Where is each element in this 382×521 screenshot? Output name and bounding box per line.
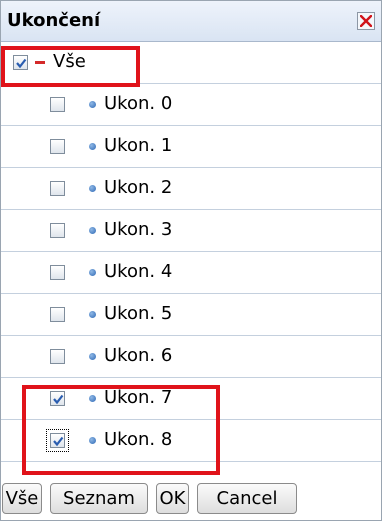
- list-item[interactable]: Ukon. 0: [1, 84, 381, 126]
- item-checkbox[interactable]: [50, 181, 65, 196]
- list-item[interactable]: Ukon. 4: [1, 252, 381, 294]
- item-checkbox[interactable]: [50, 349, 65, 364]
- item-checkbox[interactable]: [50, 97, 65, 112]
- item-label: Ukon. 2: [104, 177, 173, 198]
- cancel-button[interactable]: Cancel: [197, 483, 297, 514]
- bullet-icon: [89, 143, 96, 150]
- select-all-button[interactable]: Vše: [2, 483, 42, 514]
- item-label: Ukon. 6: [104, 345, 173, 366]
- list-item[interactable]: Ukon. 5: [1, 294, 381, 336]
- bullet-icon: [89, 269, 96, 276]
- filter-dialog: Ukončení Vše Ukon. 0 Ukon. 1 Ukon. 2 Ukon. …: [0, 0, 382, 521]
- item-label: Ukon. 4: [104, 261, 173, 282]
- item-label: Ukon. 1: [104, 135, 173, 156]
- bullet-icon: [89, 185, 96, 192]
- bullet-icon: [89, 101, 96, 108]
- item-label: Ukon. 5: [104, 303, 173, 324]
- list-item[interactable]: Ukon. 1: [1, 126, 381, 168]
- list-button[interactable]: Seznam: [50, 483, 148, 514]
- item-label: Ukon. 0: [104, 93, 173, 114]
- dialog-titlebar: Ukončení: [1, 1, 381, 42]
- bullet-icon: [89, 353, 96, 360]
- list-item[interactable]: Ukon. 3: [1, 210, 381, 252]
- list-item[interactable]: Ukon. 6: [1, 336, 381, 378]
- item-checkbox[interactable]: [50, 223, 65, 238]
- list-item[interactable]: Ukon. 2: [1, 168, 381, 210]
- ok-button[interactable]: OK: [156, 483, 189, 514]
- bullet-icon: [89, 227, 96, 234]
- item-checkbox[interactable]: [50, 139, 65, 154]
- bullet-icon: [89, 311, 96, 318]
- dialog-footer: Vše Seznam OK Cancel: [1, 477, 381, 520]
- dialog-title: Ukončení: [7, 10, 101, 31]
- highlight-box-selected-items: [22, 385, 220, 475]
- highlight-box-select-all: [1, 46, 140, 87]
- item-checkbox[interactable]: [50, 307, 65, 322]
- close-icon[interactable]: [357, 12, 375, 30]
- item-checkbox[interactable]: [50, 265, 65, 280]
- item-label: Ukon. 3: [104, 219, 173, 240]
